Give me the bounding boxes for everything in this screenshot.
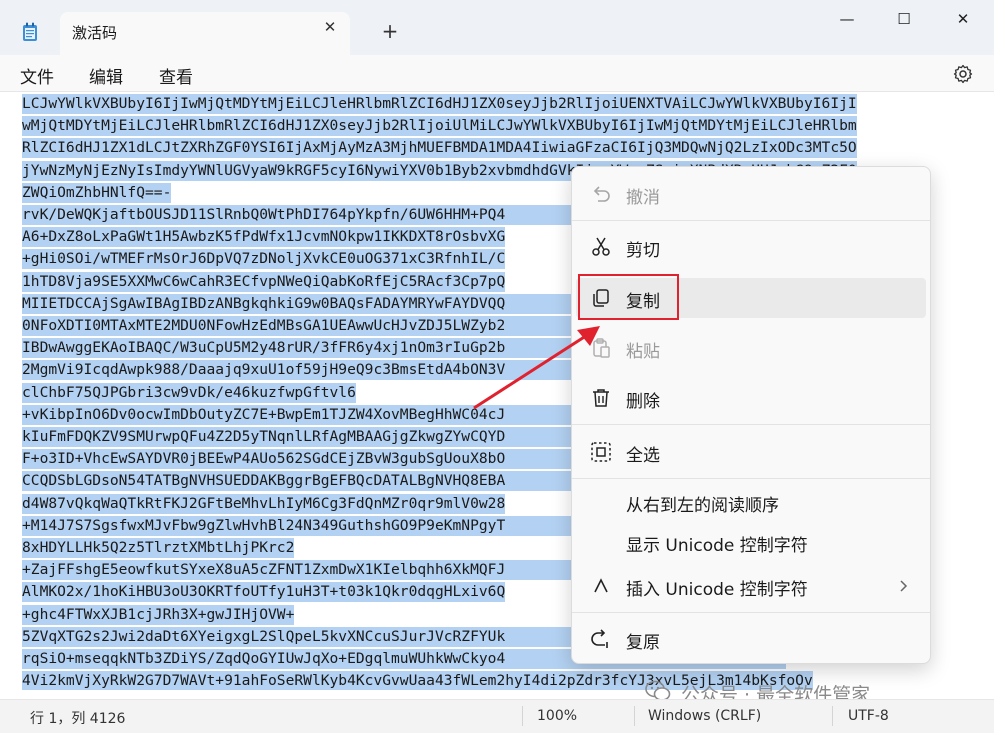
menu-item-reconvert[interactable]: 复原 bbox=[576, 619, 926, 659]
menu-item-insert-unicode[interactable]: 插入 Unicode 控制字符 bbox=[576, 566, 926, 606]
scissors-icon bbox=[592, 237, 610, 256]
notepad-app-icon bbox=[23, 22, 37, 41]
new-tab-button[interactable]: + bbox=[380, 21, 400, 41]
reconvert-label: 复原 bbox=[626, 633, 660, 653]
undo-label: 撤消 bbox=[626, 188, 660, 208]
select-all-icon bbox=[591, 442, 611, 462]
menu-separator bbox=[572, 478, 930, 479]
show-unicode-label: 显示 Unicode 控制字符 bbox=[626, 536, 808, 556]
menu-separator bbox=[572, 612, 930, 613]
menu-separator bbox=[572, 220, 930, 221]
reconvert-icon bbox=[591, 629, 608, 648]
editor-line: AlMKO2x/1hoKiHBU3oU3OKRTfoUTfy1uH3T+t03k… bbox=[22, 582, 506, 603]
editor-line: LCJwYWlkVXBUbyI6IjIwMjQtMDYtMjEiLCJleHRl… bbox=[22, 94, 857, 114]
cursor-position: 行 1，列 4126 bbox=[30, 711, 126, 727]
rtl-label: 从右到左的阅读顺序 bbox=[626, 496, 779, 516]
status-bar: 行 1，列 4126 100% Windows (CRLF) UTF-8 bbox=[0, 699, 994, 733]
menu-separator bbox=[572, 424, 930, 425]
status-separator bbox=[522, 706, 523, 726]
menu-file[interactable]: 文件 bbox=[20, 63, 54, 88]
annotation-highlight-box bbox=[578, 274, 679, 320]
chevron-right-icon bbox=[900, 580, 908, 592]
editor-line: 1hTD8Vja9SE5XXMwC6wCahR3ECfvpNWeQiQabKoR… bbox=[22, 271, 506, 292]
menu-item-undo[interactable]: 撤消 bbox=[576, 174, 926, 214]
menu-item-delete[interactable]: 删除 bbox=[576, 378, 926, 418]
editor-line: clChbF75QJPGbri3cw9vDk/e46kuzfwpGftvl6 bbox=[22, 382, 356, 403]
menu-item-show-unicode[interactable]: 显示 Unicode 控制字符 bbox=[576, 522, 926, 562]
menu-edit[interactable]: 编辑 bbox=[89, 63, 123, 88]
editor-line: RlZCI6dHJ1ZX1dLCJtZXRhZGF0YSI6IjAxMjAyMz… bbox=[22, 138, 857, 159]
menu-item-rtl-reading-order[interactable]: 从右到左的阅读顺序 bbox=[576, 482, 926, 522]
editor-line: +ghc4FTWxXJB1cjJRh3X+gwJIHjOVW+ bbox=[22, 604, 295, 625]
tab-close-icon[interactable]: ✕ bbox=[320, 17, 340, 37]
settings-gear-icon[interactable] bbox=[953, 64, 973, 84]
maximize-button[interactable]: ☐ bbox=[889, 8, 919, 30]
insert-unicode-label: 插入 Unicode 控制字符 bbox=[626, 580, 808, 600]
editor-line: ZWQiOmZhbHNlfQ==- bbox=[22, 182, 172, 203]
editor-line: d4W87vQkqWaQTkRtFKJ2GFtBeMhvLhIyM6Cg3FdQ… bbox=[22, 493, 506, 514]
delete-label: 删除 bbox=[626, 392, 660, 412]
menu-item-paste[interactable]: 粘贴 bbox=[576, 328, 926, 368]
context-menu: 撤消 剪切 复制 粘贴 删除 全选 从右到左的阅读顺序 显示 Unicode 控… bbox=[571, 166, 931, 664]
title-bar: 激活码 ✕ + — ☐ ✕ bbox=[0, 0, 994, 55]
paste-label: 粘贴 bbox=[626, 342, 660, 362]
cut-label: 剪切 bbox=[626, 241, 660, 261]
menu-bar: 文件 编辑 查看 bbox=[0, 55, 994, 92]
status-separator bbox=[832, 706, 833, 726]
minimize-button[interactable]: — bbox=[832, 8, 862, 30]
caret-insert-icon bbox=[594, 578, 608, 593]
editor-line: wMjQtMDYtMjEiLCJleHRlbmRlZCI6dHJ1ZX0seyJ… bbox=[22, 116, 857, 137]
line-ending[interactable]: Windows (CRLF) bbox=[648, 708, 761, 724]
menu-item-cut[interactable]: 剪切 bbox=[576, 227, 926, 267]
tab-title: 激活码 bbox=[72, 24, 118, 42]
close-window-button[interactable]: ✕ bbox=[948, 8, 978, 30]
editor-line: +gHi0SOi/wTMEFrMsOrJ6DpVQ7zDNoljXvkCE0uO… bbox=[22, 249, 506, 270]
menu-view[interactable]: 查看 bbox=[159, 63, 193, 88]
undo-icon bbox=[593, 186, 610, 202]
editor-line: A6+DxZ8oLxPaGWt1H5AwbzK5fPdWfx1JcvmNOkpw… bbox=[22, 227, 506, 248]
annotation-arrow-icon bbox=[473, 326, 600, 410]
menu-item-select-all[interactable]: 全选 bbox=[576, 432, 926, 472]
encoding[interactable]: UTF-8 bbox=[848, 708, 889, 724]
editor-line: 8xHDYLLHk5Q2z5TlrztXMbtLhjPKrc2 bbox=[22, 538, 295, 558]
status-separator bbox=[634, 706, 635, 726]
zoom-level[interactable]: 100% bbox=[537, 708, 577, 724]
document-tab[interactable]: 激活码 ✕ bbox=[60, 12, 350, 55]
select-all-label: 全选 bbox=[626, 446, 660, 466]
